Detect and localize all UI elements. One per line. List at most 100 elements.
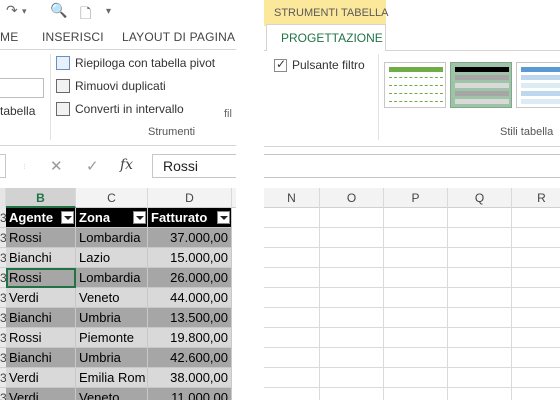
- cell-agent[interactable]: Verdi: [6, 388, 76, 400]
- filter-button-checkbox[interactable]: Pulsante filtro: [274, 57, 365, 72]
- grid-cell[interactable]: [448, 348, 512, 368]
- remove-duplicates-button[interactable]: Rimuovi duplicati: [56, 79, 166, 93]
- cancel-icon[interactable]: ✕: [50, 157, 63, 175]
- column-header-n[interactable]: N: [264, 188, 320, 208]
- grid-cell[interactable]: [320, 348, 384, 368]
- table-style-green[interactable]: [384, 62, 446, 108]
- cell-revenue[interactable]: 13.500,00: [148, 308, 232, 328]
- grid-cell[interactable]: [384, 288, 448, 308]
- tab-page-layout[interactable]: LAYOUT DI PAGINA: [122, 30, 235, 44]
- grid-cell[interactable]: [384, 248, 448, 268]
- column-header-c[interactable]: C: [76, 188, 148, 208]
- cell-revenue[interactable]: 19.800,00: [148, 328, 232, 348]
- grid-cell[interactable]: [448, 268, 512, 288]
- column-header-o[interactable]: O: [320, 188, 384, 208]
- cell-revenue[interactable]: 42.600,00: [148, 348, 232, 368]
- print-preview-icon[interactable]: 🔍: [50, 3, 67, 19]
- table-header-zona[interactable]: Zona: [76, 208, 148, 228]
- grid-cell[interactable]: [448, 328, 512, 348]
- grid-cell[interactable]: [320, 248, 384, 268]
- grid-cell[interactable]: [448, 228, 512, 248]
- grid-cell[interactable]: [264, 288, 320, 308]
- column-header-p[interactable]: P: [384, 188, 448, 208]
- grid-cell[interactable]: [264, 388, 320, 400]
- grid-cell[interactable]: [512, 248, 560, 268]
- tab-insert[interactable]: INSERISCI: [42, 30, 104, 44]
- grid-cell[interactable]: [448, 308, 512, 328]
- grid-cell[interactable]: [384, 228, 448, 248]
- insert-function-icon[interactable]: fx: [120, 157, 133, 173]
- grid-cell[interactable]: [320, 328, 384, 348]
- table-header-agente[interactable]: Agente: [6, 208, 76, 228]
- customize-toolbar-icon[interactable]: ▾: [106, 6, 111, 17]
- grid-cell[interactable]: [264, 308, 320, 328]
- cell-agent[interactable]: Rossi: [6, 268, 76, 288]
- table-style-black-selected[interactable]: [450, 62, 512, 108]
- filter-dropdown-icon[interactable]: [217, 211, 230, 224]
- grid-cell[interactable]: [320, 368, 384, 388]
- grid-cell[interactable]: [448, 388, 512, 400]
- grid-cell[interactable]: [320, 268, 384, 288]
- grid-cell[interactable]: [384, 368, 448, 388]
- grid-cell[interactable]: [384, 208, 448, 228]
- grid-cell[interactable]: [512, 288, 560, 308]
- column-header-b[interactable]: B: [6, 188, 76, 208]
- grid-cell[interactable]: [512, 368, 560, 388]
- grid-cell[interactable]: [512, 208, 560, 228]
- cell-revenue[interactable]: 37.000,00: [148, 228, 232, 248]
- grid-cell[interactable]: [264, 248, 320, 268]
- column-header-r[interactable]: R: [512, 188, 560, 208]
- grid-cell[interactable]: [512, 328, 560, 348]
- grid-cell[interactable]: [512, 388, 560, 400]
- grid-cell[interactable]: [264, 368, 320, 388]
- cell-revenue[interactable]: 11.000,00: [148, 388, 232, 400]
- filter-dropdown-icon[interactable]: [61, 211, 74, 224]
- grid-cell[interactable]: [448, 368, 512, 388]
- grid-cell[interactable]: [320, 308, 384, 328]
- grid-cell[interactable]: [448, 208, 512, 228]
- grid-cell[interactable]: [264, 328, 320, 348]
- table-header-fatturato[interactable]: Fatturato: [148, 208, 232, 228]
- grid-cell[interactable]: [320, 388, 384, 400]
- grid-cell[interactable]: [512, 268, 560, 288]
- name-box[interactable]: [0, 154, 6, 178]
- cell-zone[interactable]: Umbria: [76, 308, 148, 328]
- cell-agent[interactable]: Bianchi: [6, 348, 76, 368]
- tab-home[interactable]: ME: [0, 30, 18, 44]
- cell-agent[interactable]: Rossi: [6, 228, 76, 248]
- grid-cell[interactable]: [384, 388, 448, 400]
- grid-cell[interactable]: [512, 228, 560, 248]
- formula-input[interactable]: Rossi: [152, 154, 236, 178]
- table-name-box[interactable]: [0, 78, 44, 98]
- checkbox-checked-icon[interactable]: [274, 57, 287, 72]
- tab-design[interactable]: PROGETTAZIONE: [266, 24, 386, 51]
- column-header-d[interactable]: D: [148, 188, 232, 208]
- grid-cell[interactable]: [448, 288, 512, 308]
- cell-agent[interactable]: Bianchi: [6, 248, 76, 268]
- cell-zone[interactable]: Lombardia: [76, 268, 148, 288]
- cell-agent[interactable]: Verdi: [6, 288, 76, 308]
- grid-cell[interactable]: [264, 268, 320, 288]
- grid-cell[interactable]: [512, 308, 560, 328]
- grid-cell[interactable]: [384, 268, 448, 288]
- grid-cell[interactable]: [320, 288, 384, 308]
- grid-cell[interactable]: [320, 228, 384, 248]
- formula-input-continued[interactable]: [264, 154, 560, 178]
- cell-agent[interactable]: Rossi: [6, 328, 76, 348]
- grid-cell[interactable]: [448, 248, 512, 268]
- column-header-q[interactable]: Q: [448, 188, 512, 208]
- cell-zone[interactable]: Umbria: [76, 348, 148, 368]
- cell-zone[interactable]: Veneto: [76, 388, 148, 400]
- cell-zone[interactable]: Piemonte: [76, 328, 148, 348]
- table-style-blue[interactable]: [516, 62, 560, 108]
- grid-cell[interactable]: [512, 348, 560, 368]
- filter-dropdown-icon[interactable]: [133, 211, 146, 224]
- cell-revenue[interactable]: 15.000,00: [148, 248, 232, 268]
- cell-revenue[interactable]: 38.000,00: [148, 368, 232, 388]
- redo-dropdown-icon[interactable]: ▾: [22, 7, 27, 17]
- grid-cell[interactable]: [264, 348, 320, 368]
- grid-cell[interactable]: [264, 228, 320, 248]
- redo-icon[interactable]: ↷: [6, 3, 18, 19]
- grid-cell[interactable]: [384, 328, 448, 348]
- cell-revenue[interactable]: 44.000,00: [148, 288, 232, 308]
